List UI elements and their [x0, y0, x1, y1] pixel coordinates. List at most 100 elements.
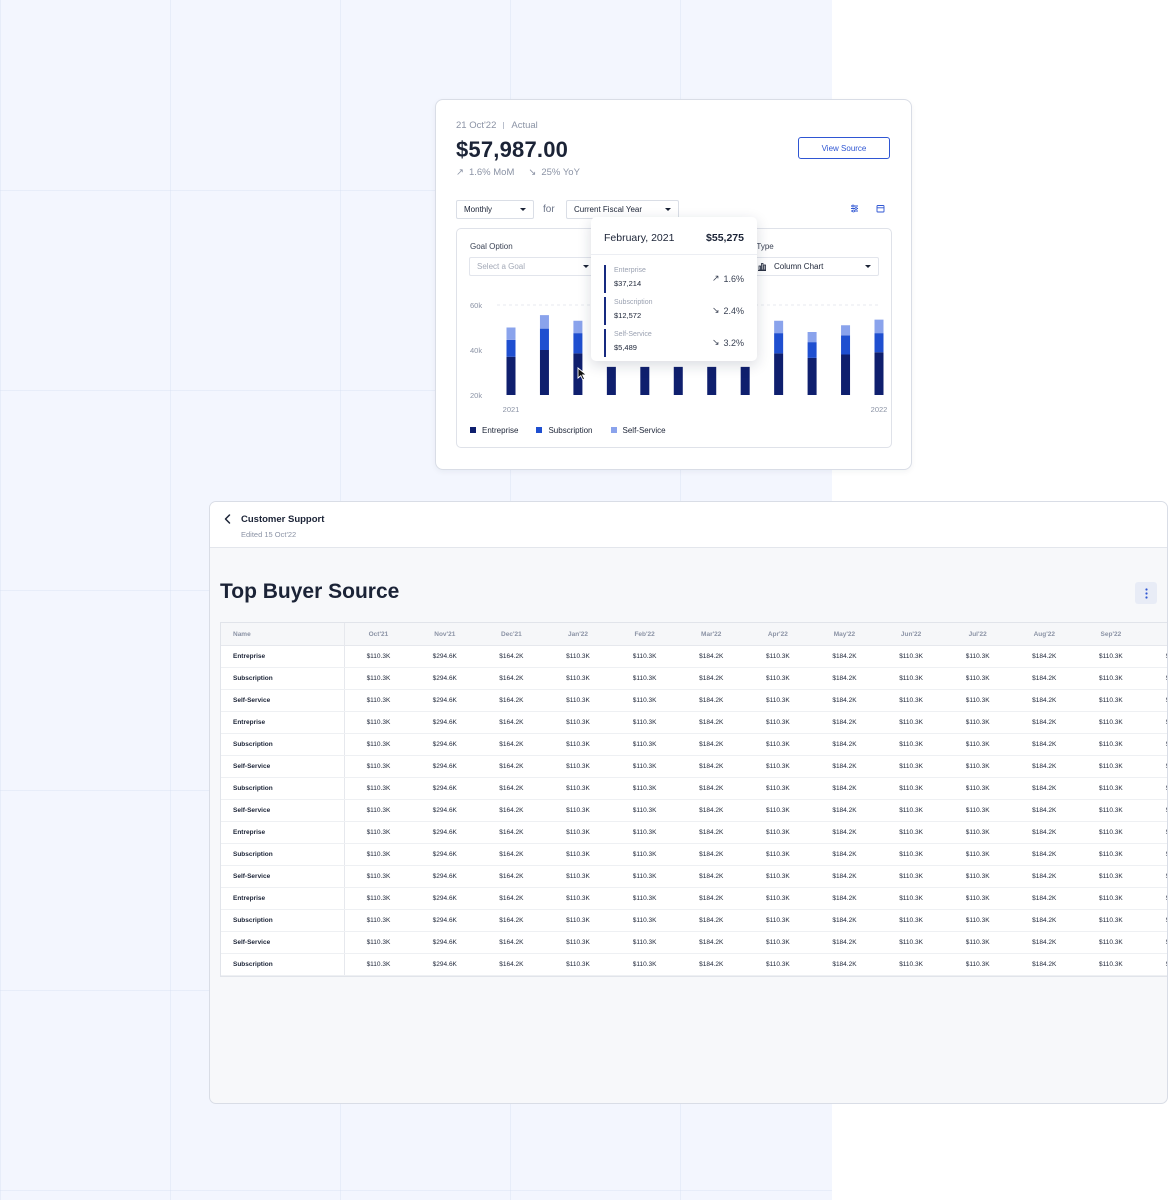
- column-header[interactable]: Mar'22: [677, 623, 745, 646]
- bar-segment[interactable]: [539, 315, 549, 329]
- chevron-down-icon: [583, 265, 589, 268]
- bar-segment[interactable]: [573, 333, 583, 354]
- filter-icon[interactable]: [847, 201, 861, 215]
- value-cell: $110.3K: [1144, 733, 1167, 756]
- table-row[interactable]: Subscription $110.3K $294.6K $164.2K $110.3K…: [221, 667, 1167, 690]
- legend-item-self-service[interactable]: Self-Service: [610, 426, 666, 435]
- y-tick-label: 20k: [470, 391, 482, 400]
- value-cell: $110.3K: [744, 755, 812, 778]
- table-row[interactable]: Subscription $110.3K $294.6K $164.2K $110.3K…: [221, 777, 1167, 800]
- bar-segment[interactable]: [841, 335, 851, 355]
- column-header[interactable]: Jul'22: [944, 623, 1011, 646]
- metric-date: 21 Oct'22: [456, 120, 497, 131]
- value-cell: $110.3K: [344, 645, 412, 668]
- table-header-row: Name Oct'21 Nov'21 Dec'21 Jan'22 Feb'22 Mar'22…: [221, 623, 1167, 646]
- table-row[interactable]: Subscription $110.3K $294.6K $164.2K $110.3K…: [221, 843, 1167, 866]
- table-row[interactable]: Subscription $110.3K $294.6K $164.2K $110.3K…: [221, 953, 1167, 976]
- column-header[interactable]: <: [1144, 623, 1167, 646]
- value-cell: $110.3K: [544, 887, 612, 910]
- value-cell: $110.3K: [944, 755, 1011, 778]
- value-cell: $110.3K: [744, 799, 812, 822]
- value-cell: $184.2K: [1010, 865, 1078, 888]
- chart-type-select[interactable]: Column Chart: [749, 257, 879, 276]
- value-cell: $110.3K: [1077, 777, 1145, 800]
- bar-segment[interactable]: [740, 366, 750, 395]
- view-source-button[interactable]: View Source: [798, 137, 890, 159]
- column-header[interactable]: Dec'21: [478, 623, 545, 646]
- bar-segment[interactable]: [506, 356, 516, 395]
- bar-segment[interactable]: [774, 353, 784, 395]
- goal-select[interactable]: Select a Goal: [469, 257, 597, 276]
- value-cell: $110.3K: [344, 733, 412, 756]
- column-header-name[interactable]: Name: [221, 623, 346, 646]
- bar-segment[interactable]: [606, 366, 616, 395]
- value-cell: $110.3K: [1077, 931, 1145, 954]
- back-arrow-icon[interactable]: [222, 513, 234, 525]
- column-header[interactable]: Oct'21: [344, 623, 412, 646]
- value-cell: $110.3K: [611, 931, 678, 954]
- legend-item-entreprise[interactable]: Entreprise: [470, 426, 518, 435]
- value-cell: $110.3K: [1144, 755, 1167, 778]
- bar-segment[interactable]: [841, 354, 851, 396]
- bar-segment[interactable]: [673, 366, 683, 395]
- value-cell: $294.6K: [411, 799, 479, 822]
- column-header[interactable]: Jun'22: [877, 623, 945, 646]
- bar-segment[interactable]: [774, 333, 784, 354]
- column-header[interactable]: May'22: [811, 623, 878, 646]
- period-select[interactable]: Monthly: [456, 200, 534, 219]
- value-cell: $110.3K: [944, 799, 1011, 822]
- legend-label: Self-Service: [622, 426, 666, 435]
- value-cell: $110.3K: [611, 733, 678, 756]
- bar-segment[interactable]: [539, 350, 549, 395]
- table-row[interactable]: Entreprise $110.3K $294.6K $164.2K $110.3K $1…: [221, 887, 1167, 910]
- table-row[interactable]: Subscription $110.3K $294.6K $164.2K $110.3K…: [221, 909, 1167, 932]
- table-row[interactable]: Self-Service $110.3K $294.6K $164.2K $110.3K…: [221, 799, 1167, 822]
- value-cell: $184.2K: [1010, 733, 1078, 756]
- bar-segment[interactable]: [874, 333, 884, 353]
- bar-segment[interactable]: [807, 332, 817, 343]
- value-cell: $110.3K: [611, 645, 678, 668]
- bar-segment[interactable]: [506, 339, 516, 357]
- tooltip-row: Self-Service $5,489 ↘ 3.2%: [604, 329, 744, 357]
- value-cell: $110.3K: [1077, 909, 1145, 932]
- value-cell: $184.2K: [811, 645, 878, 668]
- column-header[interactable]: Jan'22: [544, 623, 612, 646]
- column-header[interactable]: Nov'21: [411, 623, 479, 646]
- goal-option-label: Goal Option: [470, 242, 513, 251]
- bar-segment[interactable]: [841, 325, 851, 336]
- column-header[interactable]: Apr'22: [744, 623, 812, 646]
- bar-segment[interactable]: [874, 319, 884, 334]
- bar-segment[interactable]: [707, 366, 717, 395]
- bar-segment[interactable]: [774, 320, 784, 334]
- calendar-icon[interactable]: [873, 201, 887, 215]
- value-cell: $110.3K: [544, 931, 612, 954]
- bar-segment[interactable]: [640, 366, 650, 395]
- value-cell: $110.3K: [744, 711, 812, 734]
- table-row[interactable]: Subscription $110.3K $294.6K $164.2K $110.3K…: [221, 733, 1167, 756]
- value-cell: $110.3K: [944, 645, 1011, 668]
- value-cell: $110.3K: [1144, 645, 1167, 668]
- column-header[interactable]: Sep'22: [1077, 623, 1145, 646]
- column-header[interactable]: Feb'22: [611, 623, 678, 646]
- column-header[interactable]: Aug'22: [1010, 623, 1078, 646]
- bar-segment[interactable]: [539, 328, 549, 350]
- bar-segment[interactable]: [874, 352, 884, 395]
- bar-segment[interactable]: [807, 342, 817, 358]
- legend-item-subscription[interactable]: Subscription: [536, 426, 593, 435]
- value-cell: $184.2K: [1010, 843, 1078, 866]
- bar-segment[interactable]: [807, 357, 817, 395]
- more-options-button[interactable]: [1135, 582, 1157, 604]
- table-row[interactable]: Self-Service $110.3K $294.6K $164.2K $110.3K…: [221, 689, 1167, 712]
- arrow-down-right-icon: ↘: [711, 305, 720, 315]
- bar-segment[interactable]: [506, 327, 516, 340]
- table-row[interactable]: Self-Service $110.3K $294.6K $164.2K $110.3K…: [221, 755, 1167, 778]
- table-row[interactable]: Self-Service $110.3K $294.6K $164.2K $110.3K…: [221, 865, 1167, 888]
- value-cell: $110.3K: [544, 777, 612, 800]
- table-row[interactable]: Entreprise $110.3K $294.6K $164.2K $110.3K $1…: [221, 821, 1167, 844]
- table-row[interactable]: Self-Service $110.3K $294.6K $164.2K $110.3K…: [221, 931, 1167, 954]
- value-cell: $110.3K: [744, 777, 812, 800]
- bar-segment[interactable]: [573, 320, 583, 334]
- table-row[interactable]: Entreprise $110.3K $294.6K $164.2K $110.3K $1…: [221, 645, 1167, 668]
- table-row[interactable]: Entreprise $110.3K $294.6K $164.2K $110.3K $1…: [221, 711, 1167, 734]
- row-name-cell: Entreprise: [221, 711, 346, 734]
